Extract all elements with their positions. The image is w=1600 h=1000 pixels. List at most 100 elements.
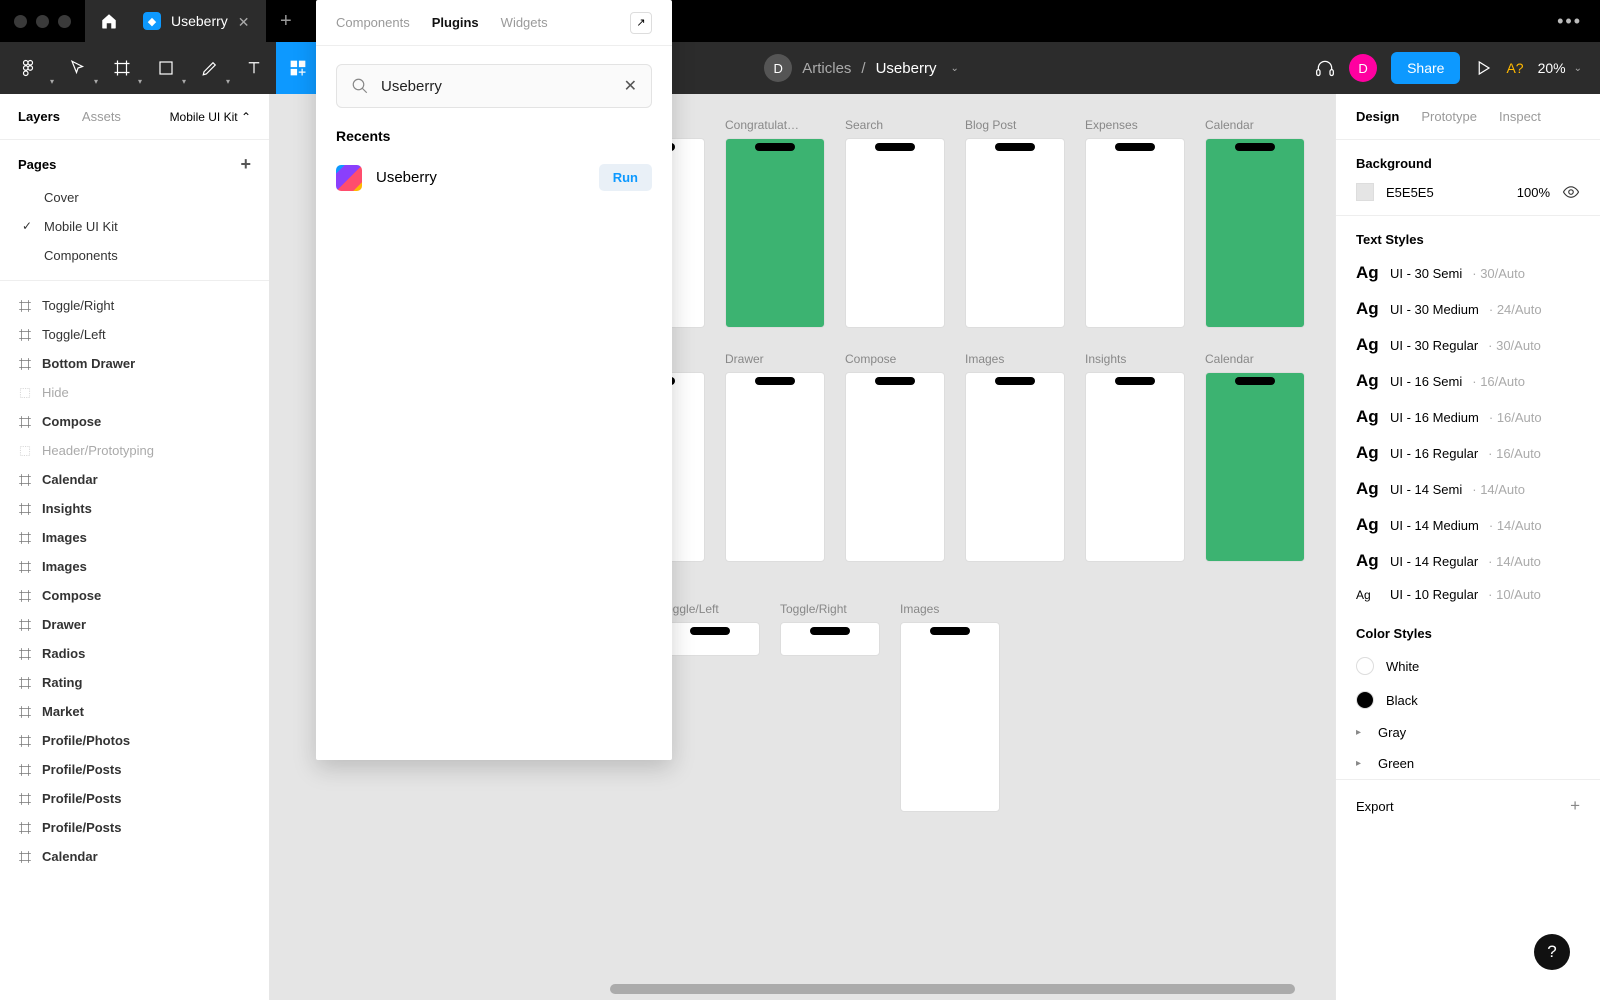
layers-list[interactable]: Toggle/RightToggle/LeftBottom DrawerHide…: [0, 291, 269, 1000]
background-swatch[interactable]: [1356, 183, 1374, 201]
frame-thumbnail[interactable]: [965, 372, 1065, 562]
text-style-item[interactable]: AgUI - 16 Medium · 16/Auto: [1336, 399, 1600, 435]
tab-prototype[interactable]: Prototype: [1421, 109, 1477, 124]
layer-item[interactable]: Profile/Photos: [0, 726, 269, 755]
layer-item[interactable]: Toggle/Left: [0, 320, 269, 349]
tab-layers[interactable]: Layers: [18, 109, 60, 124]
document-tab[interactable]: ◆ Useberry ✕: [133, 0, 266, 42]
page-item[interactable]: Cover: [0, 183, 269, 212]
figma-menu[interactable]: ▾: [0, 42, 56, 94]
traffic-close[interactable]: [14, 15, 27, 28]
headphones-icon[interactable]: [1315, 58, 1335, 78]
layer-item[interactable]: Header/Prototyping: [0, 436, 269, 465]
popover-back-button[interactable]: ↗: [630, 12, 652, 34]
user-avatar[interactable]: D: [1349, 54, 1377, 82]
text-style-item[interactable]: AgUI - 30 Semi · 30/Auto: [1336, 255, 1600, 291]
visibility-toggle-icon[interactable]: [1562, 183, 1580, 201]
add-export-button[interactable]: +: [1570, 796, 1580, 816]
run-plugin-button[interactable]: Run: [599, 164, 652, 191]
tab-components[interactable]: Components: [336, 15, 410, 30]
text-style-item[interactable]: AgUI - 14 Medium · 14/Auto: [1336, 507, 1600, 543]
layer-item[interactable]: Profile/Posts: [0, 813, 269, 842]
new-tab-button[interactable]: +: [266, 10, 306, 33]
move-tool[interactable]: ▾: [56, 42, 100, 94]
share-button[interactable]: Share: [1391, 52, 1460, 84]
resources-tool[interactable]: [276, 42, 320, 94]
layer-item[interactable]: Drawer: [0, 610, 269, 639]
close-tab-icon[interactable]: ✕: [238, 14, 252, 28]
layer-item[interactable]: Market: [0, 697, 269, 726]
background-opacity[interactable]: 100%: [1517, 185, 1550, 200]
frame-tool[interactable]: ▾: [100, 42, 144, 94]
color-style-item[interactable]: ▸Green: [1336, 748, 1600, 779]
layer-item[interactable]: Profile/Posts: [0, 784, 269, 813]
layer-item[interactable]: Radios: [0, 639, 269, 668]
page-item[interactable]: Mobile UI Kit: [0, 212, 269, 241]
present-icon[interactable]: [1474, 59, 1492, 77]
color-style-item[interactable]: ▸Gray: [1336, 717, 1600, 748]
missing-fonts-indicator[interactable]: A?: [1506, 60, 1523, 76]
plugin-result-item[interactable]: Useberry Run: [316, 154, 672, 201]
color-style-item[interactable]: White: [1336, 649, 1600, 683]
layer-item[interactable]: Bottom Drawer: [0, 349, 269, 378]
breadcrumb-current[interactable]: Useberry: [876, 60, 937, 77]
chevron-down-icon[interactable]: ⌄: [950, 63, 958, 74]
layer-item[interactable]: Images: [0, 552, 269, 581]
frame-thumbnail[interactable]: [1205, 138, 1305, 328]
frame-thumbnail[interactable]: [1205, 372, 1305, 562]
frame-thumbnail[interactable]: [725, 138, 825, 328]
shape-tool[interactable]: ▾: [144, 42, 188, 94]
tab-assets[interactable]: Assets: [82, 109, 121, 124]
pen-tool[interactable]: ▾: [188, 42, 232, 94]
tab-plugins[interactable]: Plugins: [432, 15, 479, 30]
horizontal-scrollbar[interactable]: [610, 984, 1295, 994]
page-item[interactable]: Components: [0, 241, 269, 270]
frame-thumbnail[interactable]: [1085, 138, 1185, 328]
help-button[interactable]: ?: [1534, 934, 1570, 970]
frame-thumbnail[interactable]: [1085, 372, 1185, 562]
frame-thumbnail[interactable]: [845, 372, 945, 562]
zoom-menu[interactable]: 20%⌄: [1538, 60, 1582, 76]
text-style-item[interactable]: AgUI - 14 Semi · 14/Auto: [1336, 471, 1600, 507]
text-style-item[interactable]: AgUI - 30 Medium · 24/Auto: [1336, 291, 1600, 327]
text-style-item[interactable]: AgUI - 14 Regular · 14/Auto: [1336, 543, 1600, 579]
text-style-item[interactable]: AgUI - 10 Regular · 10/Auto: [1336, 579, 1600, 610]
frame-thumbnail[interactable]: [725, 372, 825, 562]
breadcrumb-parent[interactable]: Articles: [802, 60, 851, 77]
traffic-min[interactable]: [36, 15, 49, 28]
layer-item[interactable]: Hide: [0, 378, 269, 407]
text-style-item[interactable]: AgUI - 16 Regular · 16/Auto: [1336, 435, 1600, 471]
layer-item[interactable]: Calendar: [0, 842, 269, 871]
useberry-logo-icon: [336, 165, 362, 191]
clear-search-icon[interactable]: ✕: [624, 76, 637, 96]
background-hex[interactable]: E5E5E5: [1386, 185, 1434, 200]
frame-label: Calendar: [1205, 352, 1305, 366]
layer-item[interactable]: Calendar: [0, 465, 269, 494]
layer-item[interactable]: Images: [0, 523, 269, 552]
frame-thumbnail[interactable]: [845, 138, 945, 328]
text-style-item[interactable]: AgUI - 30 Regular · 30/Auto: [1336, 327, 1600, 363]
frame-thumbnail[interactable]: [900, 622, 1000, 812]
overflow-menu[interactable]: •••: [1539, 11, 1600, 32]
text-tool[interactable]: [232, 42, 276, 94]
text-style-item[interactable]: AgUI - 16 Semi · 16/Auto: [1336, 363, 1600, 399]
page-selector[interactable]: Mobile UI Kit ⌃: [170, 110, 251, 124]
search-input[interactable]: [381, 78, 612, 95]
add-page-button[interactable]: +: [240, 154, 251, 175]
layer-item[interactable]: Toggle/Right: [0, 291, 269, 320]
tab-inspect[interactable]: Inspect: [1499, 109, 1541, 124]
team-avatar[interactable]: D: [764, 54, 792, 82]
tab-design[interactable]: Design: [1356, 109, 1399, 124]
tab-widgets[interactable]: Widgets: [501, 15, 548, 30]
color-style-item[interactable]: Black: [1336, 683, 1600, 717]
layer-item[interactable]: Compose: [0, 407, 269, 436]
traffic-max[interactable]: [58, 15, 71, 28]
layer-item[interactable]: Compose: [0, 581, 269, 610]
layer-item[interactable]: Insights: [0, 494, 269, 523]
layer-item[interactable]: Rating: [0, 668, 269, 697]
layer-item[interactable]: Profile/Posts: [0, 755, 269, 784]
frame-thumbnail[interactable]: [780, 622, 880, 656]
frame-thumbnail[interactable]: [660, 622, 760, 656]
frame-thumbnail[interactable]: [965, 138, 1065, 328]
home-tab[interactable]: [85, 0, 133, 42]
